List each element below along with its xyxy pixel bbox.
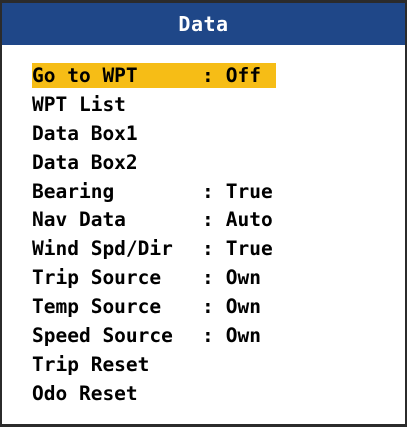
value-separator: : [202,179,214,203]
value-text: True [225,237,273,261]
menu-item-value: : Auto [202,208,273,231]
menu-title: Data [2,3,405,45]
value-separator: : [202,295,214,319]
value-text: Auto [225,208,273,232]
menu-item-bearing[interactable]: Bearing : True [2,177,405,206]
menu-item-speed-source[interactable]: Speed Source : Own [2,321,405,350]
value-separator: : [202,266,214,290]
menu-item-label: Nav Data [32,208,126,232]
value-separator: : [202,208,214,232]
value-text: True [225,179,273,203]
menu-item-wpt-list[interactable]: WPT List [2,90,405,119]
value-separator: : [202,237,214,261]
menu-item-label: Temp Source [32,295,162,319]
menu-item-value: : True [202,180,273,203]
value-separator: : [202,63,214,87]
menu-item-temp-source[interactable]: Temp Source : Own [2,292,405,321]
menu-item-label: Data Box1 [32,121,138,145]
menu-item-data-box2[interactable]: Data Box2 [2,148,405,177]
menu-item-data-box1[interactable]: Data Box1 [2,119,405,148]
menu-item-label: Data Box2 [32,150,138,174]
menu-item-value: : True [202,237,273,260]
value-separator: : [202,323,214,347]
menu-item-nav-data[interactable]: Nav Data : Auto [2,205,405,234]
value-text: Off [225,63,261,87]
menu-item-label: Bearing [32,179,115,203]
value-text: Own [225,323,261,347]
menu-item-value: : Own [202,324,261,347]
menu-list: Go to WPT : Off WPT List Data Box1 Data B… [2,61,405,408]
menu-item-trip-source[interactable]: Trip Source : Own [2,263,405,292]
menu-item-label: Speed Source [32,323,173,347]
menu-item-label: WPT List [32,92,126,116]
menu-item-label: Wind Spd/Dir [32,237,173,261]
menu-item-value: : Own [202,295,261,318]
menu-item-label: Odo Reset [32,381,138,405]
menu-item-label: Trip Source [32,266,162,290]
menu-item-value: : Off [202,64,261,87]
value-text: Own [225,295,261,319]
menu-item-trip-reset[interactable]: Trip Reset [2,350,405,379]
menu-item-label: Go to WPT [32,63,138,87]
menu-item-value: : Own [202,266,261,289]
menu-item-go-to-wpt[interactable]: Go to WPT : Off [2,61,405,90]
menu-item-wind-spd-dir[interactable]: Wind Spd/Dir : True [2,234,405,263]
menu-item-label: Trip Reset [32,352,150,376]
value-text: Own [225,266,261,290]
menu-item-odo-reset[interactable]: Odo Reset [2,379,405,408]
data-menu-window: Data Go to WPT : Off WPT List Data Box1 D… [0,0,407,427]
